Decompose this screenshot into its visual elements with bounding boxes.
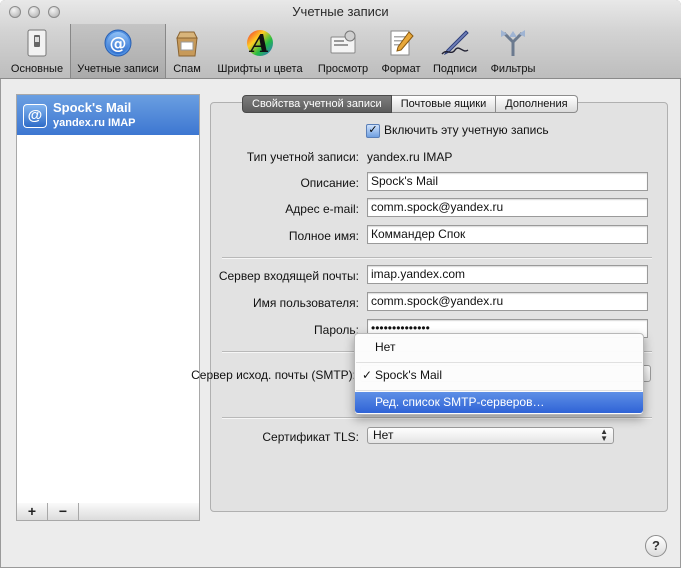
help-button[interactable]: ?	[645, 535, 667, 557]
toolbar-composing[interactable]: Формат	[376, 24, 426, 78]
tab-account-information[interactable]: Свойства учетной записи	[242, 95, 392, 113]
full-name-label: Полное имя:	[288, 229, 359, 243]
smtp-server-label: Сервер исход. почты (SMTP):	[191, 368, 356, 382]
toolbar-accounts-label: Учетные записи	[77, 63, 159, 75]
add-account-button[interactable]: +	[17, 503, 48, 520]
toolbar-rules[interactable]: Фильтры	[484, 24, 542, 78]
popup-arrows-icon: ▲ ▼	[600, 427, 608, 443]
password-label: Пароль:	[314, 323, 359, 337]
tls-certificate-popup[interactable]: Нет ▲ ▼	[367, 427, 614, 444]
toolbar-signatures-label: Подписи	[433, 63, 477, 75]
account-name: Spock's Mail	[53, 100, 132, 115]
email-label: Адрес e-mail:	[285, 202, 359, 216]
toolbar-composing-label: Формат	[381, 63, 421, 75]
tls-certificate-value: Нет	[373, 428, 394, 442]
toolbar-rules-label: Фильтры	[490, 63, 536, 75]
toolbar-general-label: Основные	[10, 63, 64, 75]
separator	[222, 257, 652, 259]
description-label: Описание:	[300, 176, 359, 190]
menu-item-none[interactable]: Нет	[355, 336, 643, 358]
viewing-icon	[330, 30, 356, 54]
smtp-server-menu: Нет ✓ Spock's Mail Ред. список SMTP-серв…	[354, 333, 644, 415]
checkmark-icon: ✓	[368, 124, 378, 136]
accounts-list[interactable]: @ Spock's Mail yandex.ru IMAP	[16, 94, 200, 505]
filter-arrows-icon	[501, 30, 525, 56]
description-field[interactable]: Spock's Mail	[367, 172, 648, 191]
junk-bag-icon	[176, 31, 198, 57]
tab-mailbox-behaviors[interactable]: Почтовые ящики	[391, 95, 497, 113]
menu-separator	[356, 362, 642, 363]
menu-item-label: Нет	[375, 340, 396, 354]
preferences-window: Учетные записи Основные @ Учетные записи	[0, 0, 681, 568]
toolbar-fonts-colors[interactable]: A Шрифты и цвета	[210, 24, 310, 78]
enable-account-label: Включить эту учетную запись	[384, 123, 549, 137]
switch-icon	[27, 29, 47, 57]
full-name-field[interactable]: Коммандер Спок	[367, 225, 648, 244]
remove-account-button[interactable]: −	[48, 503, 79, 520]
username-label: Имя пользователя:	[252, 296, 359, 310]
menu-item-spocks-mail[interactable]: ✓ Spock's Mail	[355, 364, 643, 386]
toolbar-viewing-label: Просмотр	[317, 63, 369, 75]
username-field[interactable]: comm.spock@yandex.ru	[367, 292, 648, 311]
at-sign-icon: @	[23, 104, 47, 128]
menu-item-label: Ред. список SMTP-серверов…	[375, 395, 545, 409]
account-type-value: yandex.ru IMAP	[367, 150, 453, 164]
toolbar: Учетные записи Основные @ Учетные записи	[0, 0, 681, 79]
email-field[interactable]: comm.spock@yandex.ru	[367, 198, 648, 217]
toolbar-viewing[interactable]: Просмотр	[312, 24, 374, 78]
toolbar-junk[interactable]: Спам	[168, 24, 206, 78]
separator	[222, 417, 652, 419]
signature-pen-icon	[441, 30, 469, 56]
tls-certificate-label: Сертификат TLS:	[262, 430, 359, 444]
svg-text:A: A	[249, 29, 270, 58]
tab-advanced[interactable]: Дополнения	[496, 95, 578, 113]
toolbar-accounts[interactable]: @ Учетные записи	[70, 24, 166, 78]
menu-separator	[356, 390, 642, 391]
toolbar-fonts-colors-label: Шрифты и цвета	[217, 63, 303, 75]
incoming-server-label: Сервер входящей почты:	[218, 269, 359, 283]
font-a-icon: A	[247, 29, 273, 58]
account-type-label: Тип учетной записи:	[246, 150, 359, 164]
account-type: yandex.ru IMAP	[53, 117, 136, 129]
enable-account-checkbox[interactable]: ✓	[366, 124, 380, 138]
toolbar-signatures[interactable]: Подписи	[428, 24, 482, 78]
toolbar-general[interactable]: Основные	[6, 24, 68, 78]
checkmark-icon: ✓	[362, 368, 373, 382]
incoming-server-field[interactable]: imap.yandex.com	[367, 265, 648, 284]
at-sign-icon: @	[104, 29, 132, 57]
accounts-list-toolbar: + −	[16, 503, 200, 521]
account-item[interactable]: @ Spock's Mail yandex.ru IMAP	[17, 95, 199, 135]
svg-text:@: @	[110, 34, 127, 54]
compose-pencil-icon	[390, 30, 414, 56]
account-tabs: Свойства учетной записи Почтовые ящики Д…	[242, 95, 578, 113]
window-title: Учетные записи	[292, 4, 389, 19]
toolbar-junk-label: Спам	[173, 63, 201, 75]
menu-item-label: Spock's Mail	[375, 368, 442, 382]
menu-item-edit-smtp-list[interactable]: Ред. список SMTP-серверов…	[355, 392, 643, 413]
